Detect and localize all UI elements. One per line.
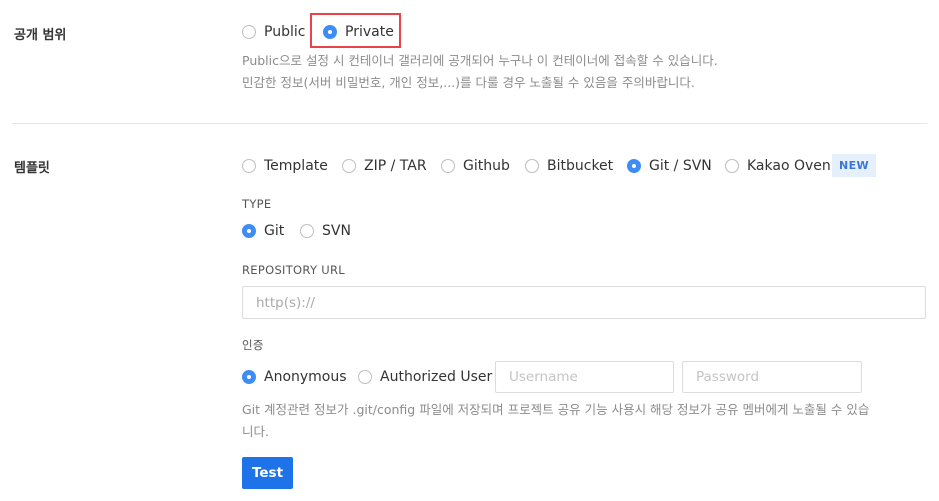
auth-help-line1: Git 계정관련 정보가 .git/config 파일에 저장되며 프로젝트 공… [242, 402, 870, 417]
repository-url-label: REPOSITORY URL [242, 263, 345, 277]
radio-template[interactable]: Template [242, 158, 328, 174]
radio-git-svn-label: Git / SVN [649, 158, 712, 174]
type-label: TYPE [242, 197, 272, 211]
radio-public-label: Public [264, 24, 306, 40]
radio-public[interactable]: Public [242, 24, 305, 40]
repository-url-input[interactable]: http(s):// [242, 286, 926, 319]
radio-kakao-oven-label: Kakao Oven [747, 158, 831, 174]
radio-circle-icon [300, 224, 314, 238]
test-button[interactable]: Test [242, 457, 293, 489]
radio-anonymous-label: Anonymous [264, 369, 347, 385]
auth-label: 인증 [242, 338, 264, 352]
radio-authorized-user-label: Authorized User [380, 369, 493, 385]
radio-kakao-oven[interactable]: Kakao Oven [725, 158, 831, 174]
radio-checked-icon [242, 370, 256, 384]
radio-git-svn[interactable]: Git / SVN [627, 158, 712, 174]
radio-svn-label: SVN [322, 223, 351, 239]
radio-circle-icon [242, 25, 256, 39]
radio-template-label: Template [264, 158, 328, 174]
radio-anonymous[interactable]: Anonymous [242, 369, 347, 385]
radio-circle-icon [242, 159, 256, 173]
radio-checked-icon [627, 159, 641, 173]
radio-bitbucket-label: Bitbucket [547, 158, 614, 174]
radio-authorized-user[interactable]: Authorized User [358, 369, 492, 385]
private-highlight-box [310, 13, 401, 48]
radio-zip-tar[interactable]: ZIP / TAR [342, 158, 427, 174]
new-badge: NEW [832, 154, 877, 177]
radio-circle-icon [725, 159, 739, 173]
radio-git[interactable]: Git [242, 223, 284, 239]
radio-circle-icon [342, 159, 356, 173]
radio-circle-icon [525, 159, 539, 173]
visibility-label: 공개 범위 [14, 28, 67, 43]
template-label: 템플릿 [14, 161, 50, 176]
password-input[interactable]: Password [682, 361, 862, 393]
auth-help-line2: 니다. [242, 424, 269, 439]
radio-svn[interactable]: SVN [300, 223, 351, 239]
username-input[interactable]: Username [495, 361, 674, 393]
radio-git-label: Git [264, 223, 285, 239]
radio-github-label: Github [463, 158, 510, 174]
radio-circle-icon [358, 370, 372, 384]
radio-circle-icon [441, 159, 455, 173]
radio-bitbucket[interactable]: Bitbucket [525, 158, 613, 174]
radio-github[interactable]: Github [441, 158, 510, 174]
radio-zip-tar-label: ZIP / TAR [364, 158, 427, 174]
section-divider [12, 123, 927, 124]
visibility-help-line1: Public으로 설정 시 컨테이너 갤러리에 공개되어 누구나 이 컨테이너에… [242, 53, 718, 68]
visibility-help-line2: 민감한 정보(서버 비밀번호, 개인 정보,...)를 다룰 경우 노출될 수 … [242, 75, 695, 90]
radio-checked-icon [242, 224, 256, 238]
